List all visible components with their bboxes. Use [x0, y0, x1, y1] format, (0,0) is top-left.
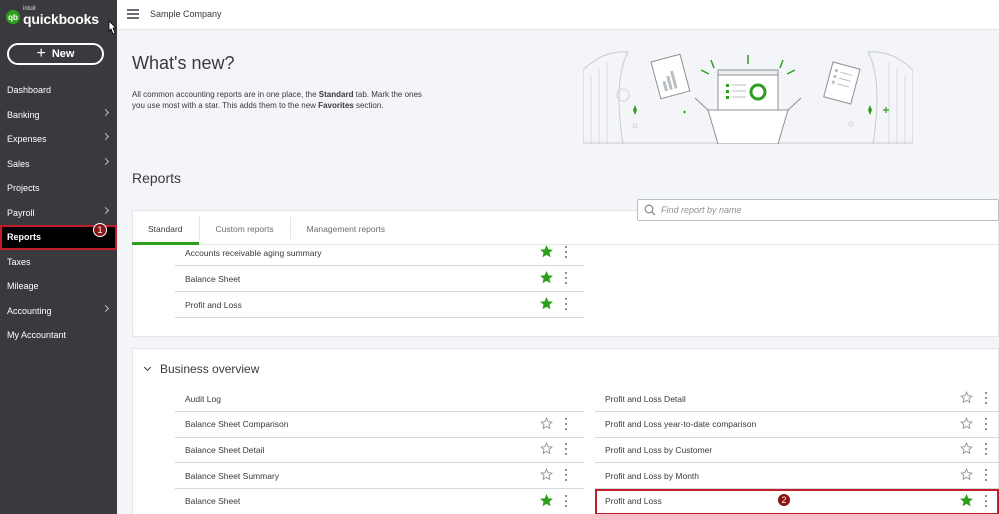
report-row[interactable]: Balance Sheet Detail: [175, 437, 584, 464]
report-name-link[interactable]: Audit Log: [175, 394, 584, 404]
sidebar-item-accounting[interactable]: Accounting: [0, 299, 117, 324]
sidebar-item-sales[interactable]: Sales: [0, 152, 117, 177]
chevron-right-icon: [101, 132, 110, 141]
report-search-box[interactable]: [637, 199, 999, 221]
reports-title: Reports: [132, 170, 182, 186]
new-button[interactable]: + New: [7, 43, 104, 65]
chevron-right-icon: [101, 206, 110, 214]
sidebar-item-label: Reports: [7, 232, 42, 243]
sidebar-item-label: Accounting: [7, 305, 52, 316]
more-options-icon[interactable]: [984, 392, 988, 404]
logo-name-text: quickbooks: [23, 11, 99, 27]
sidebar-item-mileage[interactable]: Mileage: [0, 274, 117, 299]
report-name-link[interactable]: Profit and Loss: [175, 300, 584, 310]
star-outline-icon[interactable]: [960, 468, 973, 481]
sidebar-item-expenses[interactable]: Expenses: [0, 127, 117, 152]
whats-new-illustration: [583, 51, 913, 144]
search-icon: [644, 204, 656, 216]
more-options-icon[interactable]: [564, 246, 568, 258]
whats-new-title: What's new?: [132, 53, 235, 73]
star-outline-icon[interactable]: [540, 442, 553, 455]
star-filled-icon[interactable]: [540, 493, 553, 507]
sidebar-item-taxes[interactable]: Taxes: [0, 250, 117, 275]
more-options-icon[interactable]: [564, 272, 568, 284]
sidebar-item-label: Dashboard: [7, 85, 52, 96]
chevron-right-icon: [101, 304, 110, 312]
sidebar-item-label: Payroll: [7, 207, 35, 218]
report-name-link[interactable]: Accounts receivable aging summary: [175, 248, 584, 258]
chevron-right-icon: [101, 108, 110, 116]
star-outline-icon[interactable]: [960, 442, 973, 455]
report-name-link[interactable]: Profit and Loss by Month: [595, 471, 999, 481]
more-options-icon[interactable]: [564, 494, 568, 507]
plus-icon: +: [36, 45, 46, 62]
more-options-icon[interactable]: [564, 298, 568, 310]
report-row[interactable]: Accounts receivable aging summary: [175, 240, 584, 266]
sidebar-nav: Dashboard Banking Expenses Sales Projects Pay…: [0, 78, 117, 348]
star-filled-icon[interactable]: [540, 297, 553, 310]
new-button-label: New: [51, 48, 75, 60]
sidebar-item-label: Banking: [7, 109, 40, 120]
report-row[interactable]: Balance Sheet Comparison: [175, 412, 584, 438]
sidebar-item-label: Sales: [7, 158, 30, 169]
report-row[interactable]: Profit and Loss by Month: [595, 463, 999, 490]
standard-emphasis: Standard: [318, 90, 354, 99]
report-name-link[interactable]: Profit and Loss: [595, 496, 999, 506]
sidebar: qb intuit quickbooks + New Dashboard Bank…: [0, 0, 117, 514]
report-row[interactable]: Profit and Loss: [595, 488, 999, 514]
hamburger-menu-icon[interactable]: [127, 9, 139, 19]
topbar: Sample Company: [117, 0, 999, 30]
qb-logo-icon: qb: [6, 10, 20, 24]
report-name-link[interactable]: Balance Sheet: [175, 274, 584, 284]
sidebar-item-projects[interactable]: Projects: [0, 176, 117, 201]
report-row[interactable]: Profit and Loss year-to-date comparison: [595, 412, 999, 438]
more-options-icon[interactable]: [984, 417, 988, 430]
star-outline-icon[interactable]: [540, 416, 553, 430]
report-name-link[interactable]: Balance Sheet Detail: [175, 445, 584, 455]
report-name-link[interactable]: Profit and Loss by Customer: [595, 445, 999, 455]
report-name-link[interactable]: Balance Sheet Comparison: [175, 419, 584, 429]
report-search-input[interactable]: [661, 205, 961, 215]
step-badge-1: 1: [93, 223, 107, 237]
sidebar-item-label: Taxes: [7, 256, 31, 267]
business-overview-title: Business overview: [160, 362, 260, 376]
report-row[interactable]: Audit Log: [175, 386, 584, 412]
star-outline-icon[interactable]: [960, 391, 973, 404]
report-name-link[interactable]: Profit and Loss year-to-date comparison: [595, 419, 999, 429]
report-name-link[interactable]: Balance Sheet: [175, 496, 584, 506]
favorites-emphasis: Favorites: [318, 101, 354, 110]
report-row[interactable]: Balance Sheet Summary: [175, 463, 584, 490]
more-options-icon[interactable]: [984, 469, 988, 482]
more-options-icon[interactable]: [984, 494, 988, 507]
sidebar-item-my-accountant[interactable]: My Accountant: [0, 323, 117, 348]
report-row[interactable]: Balance Sheet: [175, 489, 584, 514]
report-row[interactable]: Profit and Loss: [175, 292, 584, 318]
more-options-icon[interactable]: [564, 469, 568, 482]
star-outline-icon[interactable]: [960, 416, 973, 430]
report-name-link[interactable]: Profit and Loss Detail: [595, 394, 999, 404]
sidebar-item-label: Expenses: [7, 134, 47, 145]
sidebar-item-dashboard[interactable]: Dashboard: [0, 78, 117, 103]
star-filled-icon[interactable]: [960, 493, 973, 507]
quickbooks-logo[interactable]: qb intuit quickbooks: [6, 6, 99, 28]
sidebar-item-payroll[interactable]: Payroll: [0, 201, 117, 226]
sidebar-item-label: Projects: [7, 183, 40, 194]
chevron-right-icon: [101, 157, 110, 165]
more-options-icon[interactable]: [564, 417, 568, 430]
report-row[interactable]: Profit and Loss Detail: [595, 386, 999, 412]
company-name: Sample Company: [150, 9, 222, 19]
report-row[interactable]: Profit and Loss by Customer: [595, 437, 999, 464]
sidebar-item-label: Mileage: [7, 281, 39, 292]
star-filled-icon[interactable]: [540, 271, 553, 284]
more-options-icon[interactable]: [564, 443, 568, 456]
report-row[interactable]: Balance Sheet: [175, 266, 584, 292]
more-options-icon[interactable]: [984, 443, 988, 456]
step-badge-2: 2: [777, 493, 791, 507]
sidebar-item-banking[interactable]: Banking: [0, 103, 117, 128]
star-filled-icon[interactable]: [540, 245, 553, 258]
whats-new-description: All common accounting reports are in one…: [132, 90, 422, 110]
sidebar-item-label: My Accountant: [7, 330, 67, 341]
star-outline-icon[interactable]: [540, 468, 553, 481]
report-name-link[interactable]: Balance Sheet Summary: [175, 471, 584, 481]
